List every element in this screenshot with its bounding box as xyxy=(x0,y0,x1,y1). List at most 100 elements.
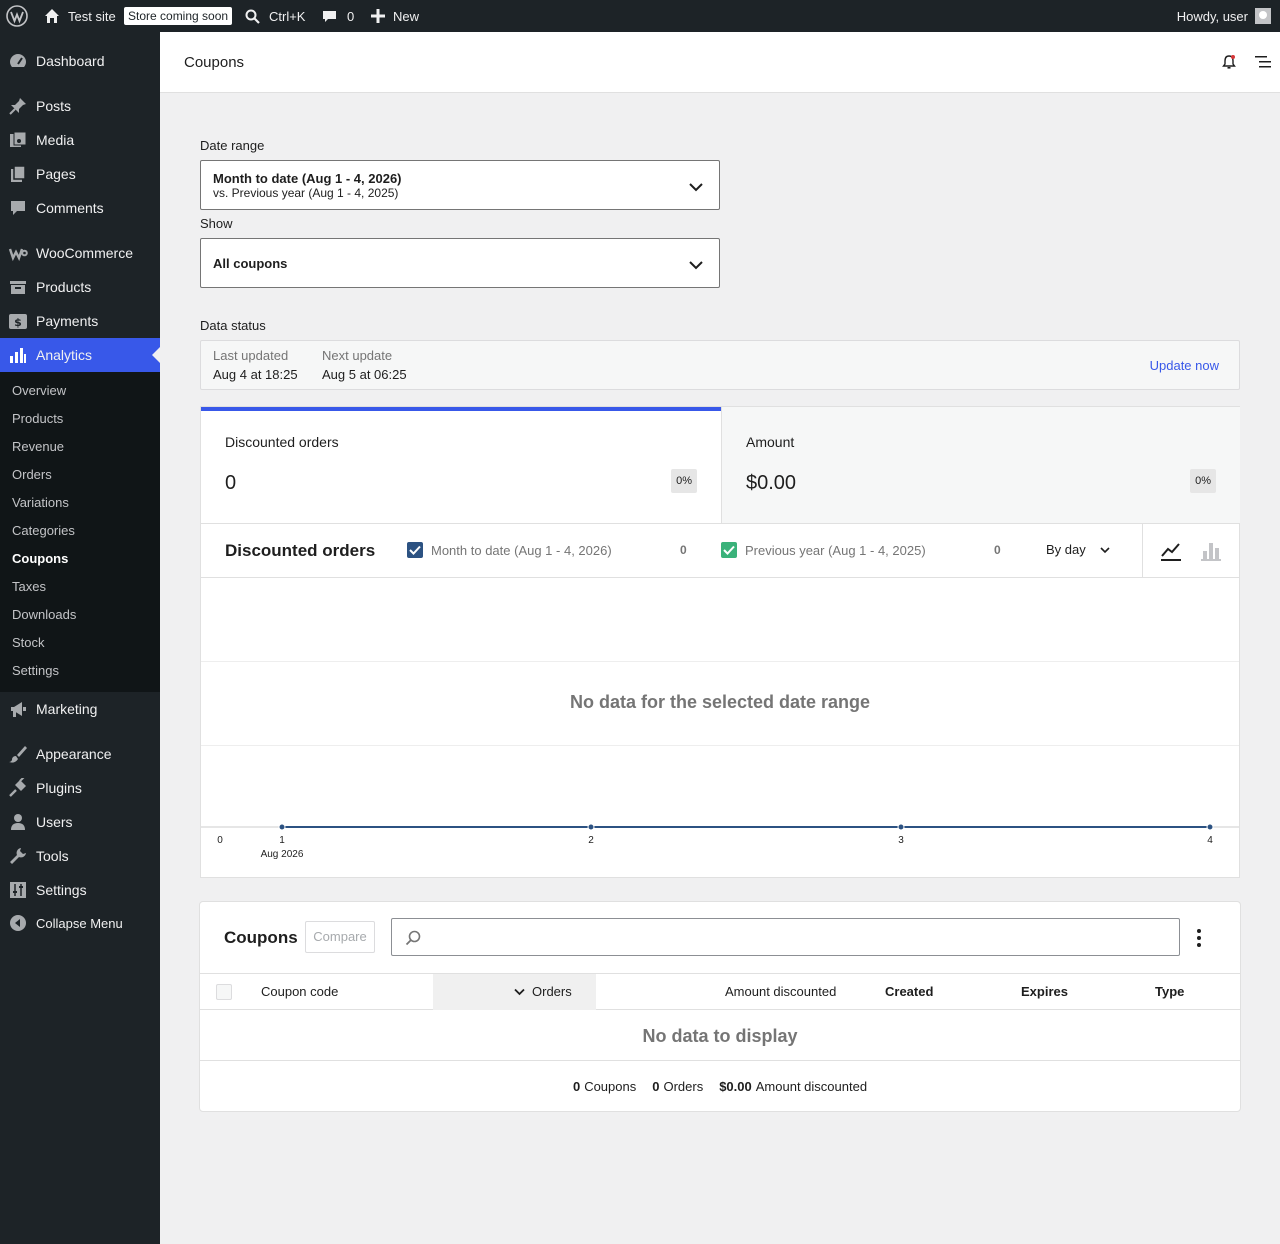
tile-value: 0 xyxy=(225,472,237,494)
last-updated-value: Aug 4 at 18:25 xyxy=(213,367,298,382)
submenu-item-settings[interactable]: Settings xyxy=(12,657,59,685)
new-label: New xyxy=(393,8,420,24)
new-content-button[interactable]: New xyxy=(371,0,419,32)
column-amount-discounted[interactable]: Amount discounted xyxy=(725,974,836,1010)
more-options-icon[interactable] xyxy=(1195,928,1203,953)
legend-label: Previous year (Aug 1 - 4, 2025) xyxy=(745,542,926,558)
grid-line xyxy=(201,745,1239,746)
line-chart-icon[interactable] xyxy=(1160,540,1182,567)
submenu-item-stock[interactable]: Stock xyxy=(12,629,45,657)
payments-icon: $ xyxy=(0,311,36,331)
submenu-item-taxes[interactable]: Taxes xyxy=(12,573,46,601)
sidebar-item-woocommerce[interactable]: WooCommerce xyxy=(0,236,160,270)
update-now-button[interactable]: Update now xyxy=(1150,358,1219,373)
sidebar-item-analytics[interactable]: Analytics xyxy=(0,338,160,372)
bar-chart-icon[interactable] xyxy=(1200,540,1222,567)
avatar xyxy=(1255,8,1271,24)
dashboard-icon xyxy=(0,51,36,71)
x-tick-label: 4 xyxy=(1207,835,1213,846)
submenu-item-orders[interactable]: Orders xyxy=(12,461,52,489)
sidebar-item-dashboard[interactable]: Dashboard xyxy=(0,44,160,78)
summary-tile-discounted-orders[interactable]: Discounted orders 0 0% xyxy=(201,407,721,524)
submenu-item-categories[interactable]: Categories xyxy=(12,517,75,545)
date-range-picker[interactable]: Month to date (Aug 1 - 4, 2026) vs. Prev… xyxy=(200,160,720,210)
collapse-menu-button[interactable]: Collapse Menu xyxy=(0,906,160,940)
summary-orders: 0 Orders xyxy=(652,1079,704,1094)
sidebar-item-payments[interactable]: $ Payments xyxy=(0,304,160,338)
site-name: Test site xyxy=(68,8,116,24)
column-created: Created xyxy=(885,984,934,999)
chart-header: Discounted orders Month to date (Aug 1 -… xyxy=(201,524,1239,578)
summary-coupons: 0 Coupons xyxy=(572,1079,637,1094)
svg-text:$: $ xyxy=(14,316,22,329)
page-header: Coupons xyxy=(160,32,1280,93)
legend-item-previous[interactable]: Previous year (Aug 1 - 4, 2025) xyxy=(721,542,926,558)
submenu-item-products[interactable]: Products xyxy=(12,405,63,433)
account-menu[interactable]: Howdy, user xyxy=(1177,0,1271,32)
date-range-label: Date range xyxy=(200,138,265,153)
tile-label: Discounted orders xyxy=(225,434,339,450)
summary-amount-discounted: $0.00 Amount discounted xyxy=(719,1079,868,1094)
woo-icon xyxy=(0,243,36,263)
comments-link[interactable]: 0 xyxy=(322,0,354,32)
activity-panel-icon[interactable] xyxy=(1255,55,1271,74)
table-header: Coupon code Orders Amount discounted Cre… xyxy=(200,973,1240,1010)
next-update-label: Next update xyxy=(322,348,393,363)
wordpress-logo-icon[interactable] xyxy=(6,0,28,32)
column-orders[interactable]: Orders xyxy=(514,974,572,1010)
search-input[interactable] xyxy=(428,928,1168,943)
sidebar-item-appearance[interactable]: Appearance xyxy=(0,737,160,771)
search-icon xyxy=(405,930,421,951)
data-status-title: Data status xyxy=(200,318,266,333)
submenu-item-overview[interactable]: Overview xyxy=(12,377,66,405)
column-coupon-code[interactable]: Coupon code xyxy=(261,974,338,1010)
search-field[interactable] xyxy=(391,918,1180,956)
submenu-item-coupons[interactable]: Coupons xyxy=(12,545,68,573)
column-expires: Expires xyxy=(1021,984,1068,999)
submenu-item-revenue[interactable]: Revenue xyxy=(12,433,64,461)
chevron-down-icon xyxy=(689,257,703,275)
table-summary: 0 Coupons 0 Orders $0.00 Amount discounted xyxy=(200,1060,1240,1112)
sidebar-item-users[interactable]: Users xyxy=(0,805,160,839)
admin-sidebar: Dashboard Posts Media Pages Comments Woo… xyxy=(0,32,160,1244)
sidebar-item-posts[interactable]: Posts xyxy=(0,89,160,123)
archive-icon xyxy=(0,277,36,297)
submenu-item-variations[interactable]: Variations xyxy=(12,489,69,517)
legend-label: Month to date (Aug 1 - 4, 2026) xyxy=(431,542,612,558)
sidebar-item-pages[interactable]: Pages xyxy=(0,157,160,191)
submenu-item-downloads[interactable]: Downloads xyxy=(12,601,76,629)
sidebar-item-settings[interactable]: Settings xyxy=(0,873,160,907)
sidebar-item-marketing[interactable]: Marketing xyxy=(0,692,160,726)
sidebar-item-tools[interactable]: Tools xyxy=(0,839,160,873)
x-tick-label: 3 xyxy=(898,835,904,846)
legend-item-current[interactable]: Month to date (Aug 1 - 4, 2026) xyxy=(407,542,612,558)
data-point[interactable] xyxy=(587,823,595,831)
coupons-table-card: Coupons Compare Coupon code Orders Amoun… xyxy=(199,901,1241,1112)
sidebar-item-plugins[interactable]: Plugins xyxy=(0,771,160,805)
greeting: Howdy, user xyxy=(1176,8,1248,24)
media-icon xyxy=(0,130,36,150)
column-type: Type xyxy=(1155,984,1185,999)
data-point[interactable] xyxy=(1206,823,1214,831)
summary-tile-amount[interactable]: Amount $0.00 0% xyxy=(721,407,1240,524)
show-filter-select[interactable]: All coupons xyxy=(200,238,720,288)
site-name-link[interactable]: Test site xyxy=(44,0,116,32)
interval-select[interactable]: By day xyxy=(1046,542,1110,557)
pages-icon xyxy=(0,164,36,184)
summary-tiles: Discounted orders 0 0% Amount $0.00 0% xyxy=(200,406,1240,524)
notification-bell-icon[interactable] xyxy=(1222,54,1236,75)
sidebar-item-products[interactable]: Products xyxy=(0,270,160,304)
search-shortcut: Ctrl+K xyxy=(269,8,306,24)
line-chart-plot: 0 1 2 3 4 Aug 2026 xyxy=(201,823,1239,860)
data-point[interactable] xyxy=(278,823,286,831)
store-status-badge[interactable]: Store coming soon xyxy=(124,0,233,32)
select-all-checkbox[interactable] xyxy=(216,984,232,1000)
page-title: Coupons xyxy=(184,54,245,71)
command-palette-button[interactable]: Ctrl+K xyxy=(245,0,305,32)
collapse-icon xyxy=(0,914,36,932)
data-point[interactable] xyxy=(897,823,905,831)
sidebar-item-comments[interactable]: Comments xyxy=(0,191,160,225)
search-icon xyxy=(245,9,260,24)
compare-button[interactable]: Compare xyxy=(305,921,375,953)
sidebar-item-media[interactable]: Media xyxy=(0,123,160,157)
